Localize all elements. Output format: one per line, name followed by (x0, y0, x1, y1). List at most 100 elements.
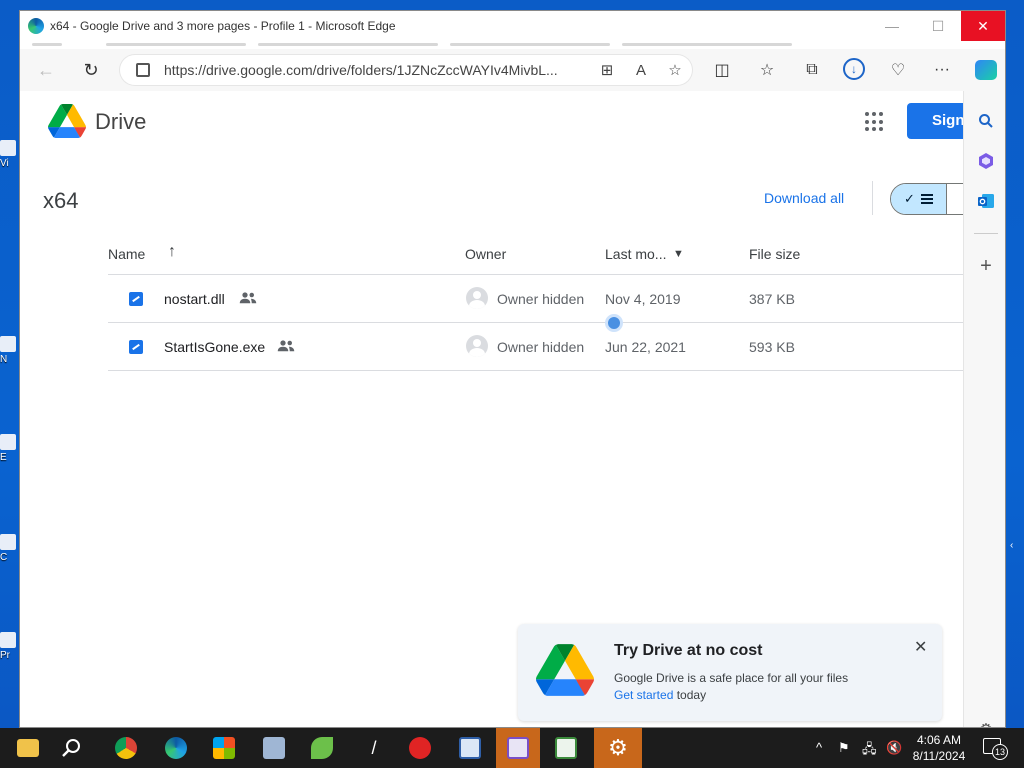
add-icon[interactable]: + (976, 255, 996, 277)
lock-icon[interactable] (136, 63, 150, 77)
desktop-icon-label: N (0, 354, 8, 365)
refresh-icon[interactable]: ↻ (75, 54, 107, 86)
drive-brand-name[interactable]: Drive (95, 109, 146, 135)
split-screen-icon[interactable]: ◫ (710, 59, 734, 81)
url-field[interactable]: https://drive.google.com/drive/folders/1… (120, 55, 692, 85)
close-icon[interactable]: ✕ (914, 637, 927, 657)
table-row[interactable]: StartIsGone.exe Owner hidden Jun 22, 202… (108, 323, 963, 371)
chevron-left-icon: ‹ (1010, 540, 1014, 551)
downloads-icon[interactable]: ↓ (842, 58, 866, 80)
sort-arrow-up-icon[interactable]: ↑ (168, 243, 176, 261)
title-bar[interactable]: x64 - Google Drive and 3 more pages - Pr… (20, 11, 1005, 41)
desktop-icon[interactable]: Pr (0, 632, 18, 678)
app-available-icon[interactable]: ⊞ (590, 61, 624, 79)
collections-icon[interactable]: ⧉ (800, 59, 824, 81)
desktop-icon-label: E (0, 452, 7, 463)
column-header-last-modified[interactable]: Last mo... (605, 246, 666, 262)
file-icon (129, 292, 143, 306)
close-button[interactable]: ✕ (961, 11, 1005, 41)
installer-icon[interactable] (252, 728, 296, 768)
sort-dropdown-icon[interactable]: ▼ (673, 248, 684, 260)
google-drive-logo-icon (536, 644, 594, 696)
tab[interactable] (106, 43, 246, 46)
desktop-icon[interactable]: E (0, 434, 18, 480)
owner-avatar-icon (466, 287, 488, 309)
file-icon (129, 340, 143, 354)
browser-essentials-icon[interactable]: ♡ (886, 59, 910, 81)
url-text[interactable]: https://drive.google.com/drive/folders/1… (164, 62, 590, 78)
address-bar: ← ↻ https://drive.google.com/drive/folde… (20, 49, 1005, 91)
search-icon[interactable] (50, 728, 94, 768)
tab[interactable] (32, 43, 62, 46)
sign-in-button[interactable]: Sign (907, 103, 963, 139)
mouse-cursor-icon (605, 314, 623, 332)
view-toggle[interactable]: ✓ (890, 183, 963, 215)
volume-muted-icon[interactable]: 🔇 (886, 740, 902, 756)
file-name[interactable]: StartIsGone.exe (164, 339, 265, 355)
tab[interactable] (622, 43, 792, 46)
media-app-icon[interactable] (398, 728, 442, 768)
file-owner: Owner hidden (497, 291, 585, 307)
shield-app-icon[interactable] (448, 728, 492, 768)
desktop-icon-image (0, 632, 16, 648)
file-owner: Owner hidden (497, 339, 585, 355)
table-row[interactable]: nostart.dll Owner hidden Nov 4, 2019 387… (108, 275, 963, 323)
desktop-icon-label: Vi (0, 158, 9, 169)
file-size: 387 KB (749, 291, 795, 307)
chrome-icon[interactable] (104, 728, 148, 768)
grid-view-button[interactable] (947, 184, 963, 214)
back-icon[interactable]: ← (30, 54, 62, 86)
search-icon[interactable] (976, 111, 996, 131)
taskbar-clock[interactable]: 4:06 AM 8/11/2024 (904, 732, 974, 764)
read-aloud-icon[interactable]: A (624, 62, 658, 79)
minimize-button[interactable]: — (869, 11, 915, 41)
desktop-icon-image (0, 534, 16, 550)
desktop-icon[interactable]: C (0, 534, 18, 580)
file-name[interactable]: nostart.dll (164, 291, 225, 307)
list-view-button[interactable]: ✓ (891, 184, 947, 214)
folder-title: x64 (43, 188, 79, 213)
table-header: Name ↑ Owner Last mo... ▼ File size (108, 231, 963, 275)
network-icon[interactable]: 🖧 (862, 740, 877, 762)
checkmark-icon: ✓ (904, 191, 915, 206)
promo-card: Try Drive at no cost Google Drive is a s… (518, 624, 942, 721)
desktop-icon[interactable]: Vi (0, 140, 18, 186)
google-apps-icon[interactable] (865, 112, 885, 132)
file-size: 593 KB (749, 339, 795, 355)
tab[interactable] (450, 43, 610, 46)
taskbar: / ⚙ ^ ⚑ 🖧 🔇 4:06 AM 8/11/2024 13 (0, 728, 1024, 768)
resource-app-icon[interactable] (544, 728, 588, 768)
maximize-button[interactable]: ☐ (915, 11, 961, 41)
file-explorer-icon[interactable] (6, 728, 50, 768)
pen-tool-icon[interactable]: / (352, 728, 396, 768)
tab-strip (20, 41, 1005, 49)
desktop-icon-image (0, 434, 16, 450)
copilot-icon[interactable] (974, 59, 998, 81)
google-drive-logo-icon[interactable] (48, 104, 86, 138)
office-icon[interactable] (976, 151, 996, 171)
favorite-star-icon[interactable]: ☆ (658, 61, 692, 79)
browser-window: x64 - Google Drive and 3 more pages - Pr… (19, 10, 1006, 728)
tab[interactable] (258, 43, 438, 46)
notification-count-badge: 13 (992, 744, 1008, 760)
shared-people-icon (277, 340, 295, 352)
list-icon (920, 194, 933, 204)
desktop-icon-label: C (0, 552, 8, 563)
leaf-app-icon[interactable] (300, 728, 344, 768)
more-menu-icon[interactable]: ··· (930, 59, 954, 81)
download-all-button[interactable]: Download all (764, 190, 844, 206)
desktop-icon-image (0, 336, 16, 352)
edge-icon[interactable] (154, 728, 198, 768)
settings-app-icon[interactable]: ⚙ (594, 728, 642, 768)
settings-gear-icon[interactable]: ⚙ (976, 719, 996, 727)
desktop-icon[interactable]: N (0, 336, 18, 382)
get-started-link[interactable]: Get started (614, 688, 673, 702)
outlook-icon[interactable] (976, 191, 996, 211)
clock-time: 4:06 AM (916, 733, 962, 747)
visual-studio-icon[interactable] (496, 728, 540, 768)
favorites-icon[interactable]: ☆ (755, 59, 779, 81)
tray-chevron-up-icon[interactable]: ^ (816, 740, 822, 755)
column-header-name[interactable]: Name (108, 246, 145, 262)
tray-flag-icon[interactable]: ⚑ (838, 740, 850, 756)
windows-flag-icon[interactable] (202, 728, 246, 768)
